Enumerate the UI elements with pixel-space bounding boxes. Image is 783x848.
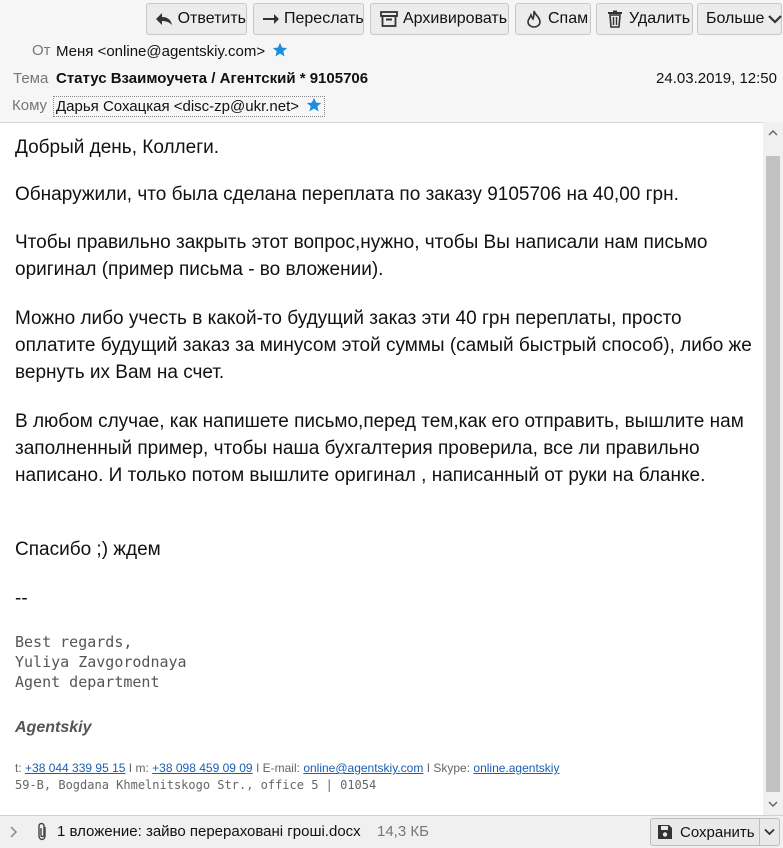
signature-name: Yuliya Zavgorodnaya	[15, 653, 187, 671]
forward-button[interactable]: Переслать	[253, 3, 364, 35]
subject-label: Тема	[13, 70, 49, 87]
message-toolbar: Ответить Переслать Архивировать Спам Уда…	[0, 3, 783, 36]
from-label: От	[32, 42, 51, 59]
attachment-size: 14,3 КБ	[377, 823, 429, 840]
from-row: От Меня <online@agentskiy.com>	[0, 42, 783, 64]
flame-icon	[524, 9, 544, 29]
scrollbar[interactable]	[763, 122, 783, 815]
subject-row: Тема Статус Взаимоучета / Агентский * 91…	[0, 70, 783, 92]
signature-department: Agent department	[15, 673, 160, 691]
spam-button[interactable]: Спам	[515, 3, 591, 35]
m-label: m:	[135, 761, 149, 775]
email-viewer: Ответить Переслать Архивировать Спам Уда…	[0, 0, 783, 848]
phone-link[interactable]: +38 044 339 95 15	[25, 761, 125, 775]
skype-label: I Skype:	[426, 761, 471, 775]
more-label: Больше	[706, 10, 765, 27]
message-date: 24.03.2019, 12:50	[656, 70, 777, 87]
message-body: Добрый день, Коллеги. Обнаружили, что бы…	[0, 122, 763, 815]
trash-icon	[605, 9, 625, 29]
star-icon[interactable]	[306, 97, 322, 113]
from-value[interactable]: Меня <online@agentskiy.com>	[56, 42, 288, 60]
brand-name: Agentskiy	[15, 719, 92, 736]
archive-label: Архивировать	[403, 10, 508, 27]
delete-label: Удалить	[629, 10, 691, 27]
expand-chevron-icon[interactable]	[10, 825, 18, 842]
email-label: I E-mail:	[255, 761, 300, 775]
from-address[interactable]: Меня <online@agentskiy.com>	[56, 43, 265, 60]
signature-line: Best regards,	[15, 633, 133, 651]
save-label: Сохранить	[680, 823, 755, 841]
paperclip-icon	[36, 822, 48, 846]
archive-icon	[379, 9, 399, 29]
spam-label: Спам	[548, 10, 589, 27]
greeting: Добрый день, Коллеги.	[15, 137, 220, 158]
subject-value: Статус Взаимоучета / Агентский * 9105706	[56, 70, 369, 87]
address: 59-B, Bogdana Khmelnitskogo Str., office…	[15, 778, 377, 792]
forward-label: Переслать	[284, 10, 364, 27]
to-address[interactable]: Дарья Сохацкая <disc-zp@ukr.net>	[56, 98, 299, 115]
to-value[interactable]: Дарья Сохацкая <disc-zp@ukr.net>	[53, 96, 326, 117]
separator: I	[128, 761, 133, 775]
closing: Спасибо ;) ждем	[15, 539, 161, 560]
delete-button[interactable]: Удалить	[596, 3, 693, 35]
mobile-link[interactable]: +38 098 459 09 09	[152, 761, 252, 775]
save-button[interactable]: Сохранить	[650, 818, 780, 846]
body-paragraph: Можно либо учесть в какой-то будущий зак…	[15, 308, 752, 383]
attachment-bar: 1 вложение: зайво перераховані гроші.doc…	[0, 815, 783, 848]
t-label: t:	[15, 761, 22, 775]
archive-button[interactable]: Архивировать	[370, 3, 509, 35]
body-paragraph: В любом случае, как напишете письмо,пере…	[15, 411, 744, 486]
scroll-down-icon[interactable]	[763, 795, 783, 813]
to-row: Кому Дарья Сохацкая <disc-zp@ukr.net>	[0, 96, 783, 119]
reply-label: Ответить	[177, 10, 246, 27]
scroll-up-icon[interactable]	[763, 124, 783, 142]
skype-link[interactable]: online.agentskiy	[473, 761, 559, 775]
scrollbar-thumb[interactable]	[766, 156, 780, 792]
reply-button[interactable]: Ответить	[146, 3, 247, 35]
body-paragraph: Чтобы правильно закрыть этот вопрос,нужн…	[15, 232, 708, 280]
body-paragraph: Обнаружили, что была сделана переплата п…	[15, 184, 679, 205]
forward-arrow-icon	[262, 9, 280, 29]
star-icon[interactable]	[272, 42, 288, 58]
more-button[interactable]: Больше	[697, 3, 783, 35]
signature-separator: --	[15, 588, 28, 609]
reply-icon	[155, 9, 174, 29]
to-label: Кому	[12, 97, 48, 114]
attachment-name[interactable]: 1 вложение: зайво перераховані гроші.doc…	[57, 823, 361, 840]
chevron-down-icon	[768, 9, 783, 29]
save-options-chevron-icon[interactable]	[759, 819, 779, 845]
contact-line: t: +38 044 339 95 15 I m: +38 098 459 09…	[15, 761, 559, 775]
save-icon	[657, 824, 673, 840]
email-link[interactable]: online@agentskiy.com	[303, 761, 423, 775]
